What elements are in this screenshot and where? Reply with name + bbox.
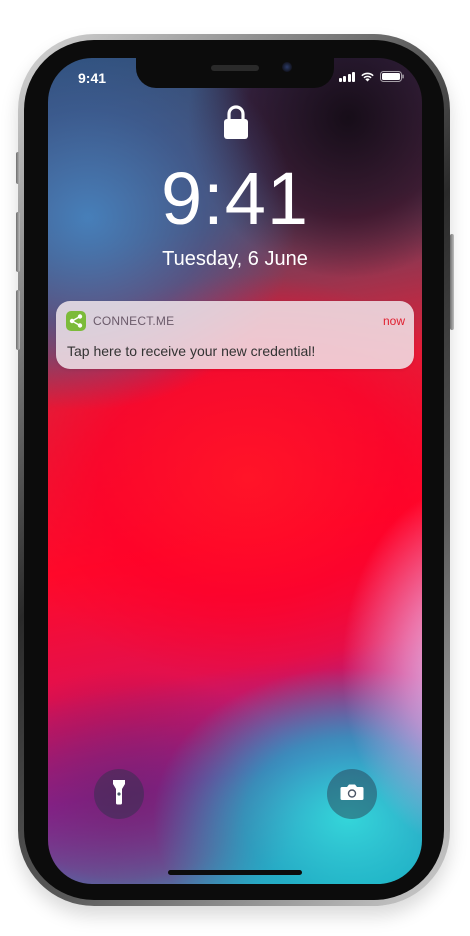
stage: 9:41 9:41 Tuesday, 6 June CONNECT.ME now… xyxy=(0,0,470,936)
home-indicator[interactable] xyxy=(168,870,302,875)
power-button xyxy=(450,234,454,330)
speaker-grille xyxy=(211,65,259,71)
silent-switch xyxy=(16,152,20,184)
flashlight-icon xyxy=(112,779,126,810)
notch xyxy=(136,58,334,88)
lock-icon xyxy=(223,104,249,140)
share-icon xyxy=(66,311,86,331)
lock-screen-date: Tuesday, 6 June xyxy=(162,248,308,270)
notification-time: now xyxy=(382,314,405,328)
camera-icon xyxy=(340,783,364,806)
notification-card[interactable]: CONNECT.ME now Tap here to receive your … xyxy=(56,301,414,369)
volume-down-button xyxy=(16,290,20,350)
notification-message: Tap here to receive your new credential! xyxy=(67,343,316,359)
wifi-icon xyxy=(360,71,375,82)
status-icons xyxy=(338,71,405,82)
notification-app-name: CONNECT.ME xyxy=(93,314,175,328)
camera-button[interactable] xyxy=(327,769,377,819)
front-camera xyxy=(282,62,292,72)
lock-screen-time: 9:41 xyxy=(160,157,310,240)
battery-icon xyxy=(380,71,404,82)
flashlight-button[interactable] xyxy=(94,769,144,819)
status-time: 9:41 xyxy=(78,70,107,86)
lock-screen: 9:41 9:41 Tuesday, 6 June CONNECT.ME now… xyxy=(48,58,422,884)
volume-up-button xyxy=(16,212,20,272)
signal-icon xyxy=(338,71,355,82)
